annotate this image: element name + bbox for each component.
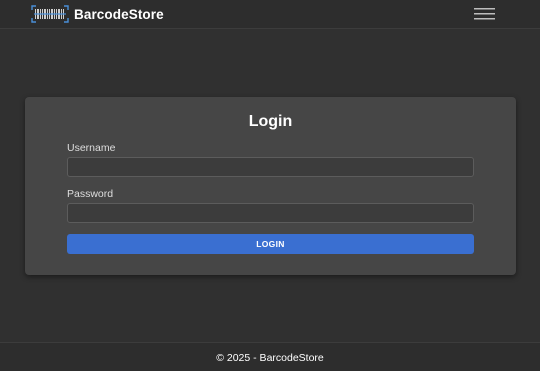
barcode-icon bbox=[31, 5, 69, 23]
password-field[interactable] bbox=[67, 203, 474, 223]
login-title: Login bbox=[248, 113, 293, 130]
footer-copyright: © 2025 - BarcodeStore bbox=[216, 352, 324, 364]
login-button[interactable]: LOGIN bbox=[67, 234, 474, 254]
brand-link[interactable]: BarcodeStore bbox=[31, 4, 164, 24]
password-label: Password bbox=[67, 188, 114, 200]
footer: © 2025 - BarcodeStore bbox=[0, 342, 540, 371]
navbar: BarcodeStore bbox=[0, 0, 540, 29]
username-field[interactable] bbox=[67, 157, 474, 177]
page: BarcodeStore Login Username Password LOG… bbox=[0, 0, 540, 371]
hamburger-menu-icon bbox=[474, 8, 495, 20]
username-label: Username bbox=[67, 142, 116, 154]
menu-toggle-button[interactable] bbox=[474, 6, 500, 22]
login-card: Login Username Password LOGIN bbox=[25, 97, 516, 275]
brand-name: BarcodeStore bbox=[74, 6, 164, 22]
